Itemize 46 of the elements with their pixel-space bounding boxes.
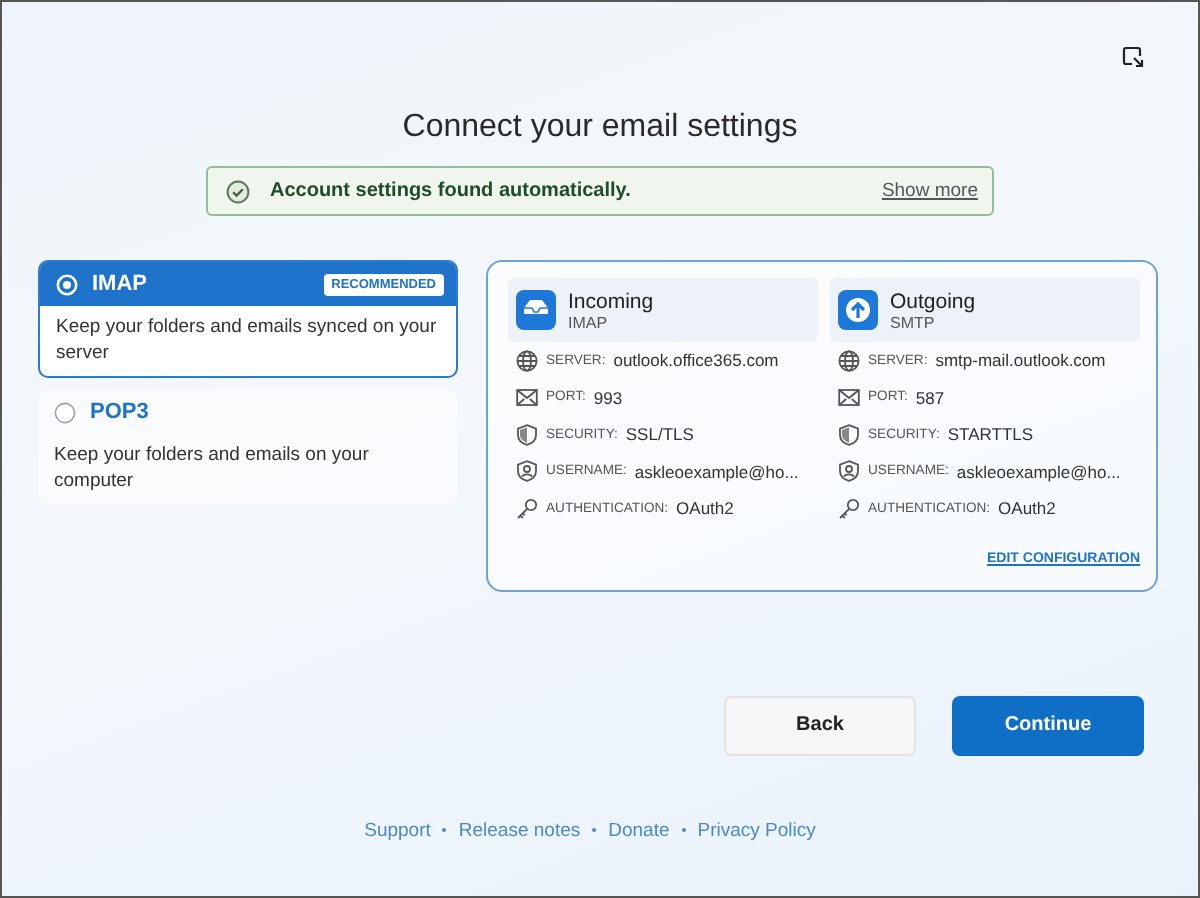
banner-message: Account settings found automatically.	[270, 180, 633, 202]
field-value: STARTTLS	[947, 424, 1034, 445]
protocol-description: Keep your folders and emails synced on your server	[54, 314, 439, 366]
envelope-icon	[516, 386, 538, 409]
user-shield-icon	[516, 460, 538, 483]
separator-dot	[681, 828, 686, 832]
globe-icon	[838, 349, 860, 372]
inbox-tray-icon	[516, 290, 556, 330]
back-button[interactable]: Back	[724, 695, 916, 755]
footer-link[interactable]: Privacy Policy	[697, 819, 816, 841]
field-value: OAuth2	[998, 498, 1056, 519]
globe-icon	[516, 349, 538, 372]
protocol-option[interactable]: POP3 Keep your folders and emails on your computer	[38, 390, 458, 504]
footer-link[interactable]: Donate	[608, 819, 670, 841]
key-icon	[516, 497, 538, 520]
protocol-description: Keep your folders and emails on your computer	[52, 442, 371, 494]
field-value: askleoexample@ho...	[634, 461, 799, 482]
page-title: Connect your email settings	[400, 110, 800, 146]
footer-link[interactable]: Release notes	[458, 819, 581, 841]
separator-dot	[442, 828, 447, 832]
envelope-icon	[838, 386, 860, 409]
user-shield-icon	[838, 460, 860, 483]
radio-icon[interactable]	[54, 401, 76, 423]
resize-icon[interactable]	[1122, 46, 1144, 68]
field-value: SSL/TLS	[625, 424, 694, 445]
show-more-link[interactable]: Show more	[881, 180, 978, 202]
field-value: OAuth2	[676, 498, 734, 519]
field-value: outlook.office365.com	[613, 350, 779, 371]
separator-dot	[592, 828, 597, 832]
protocol-name: POP3	[90, 400, 151, 424]
server-protocol: SMTP	[890, 313, 937, 331]
shield-icon	[516, 423, 538, 446]
field-value: 587	[915, 387, 945, 408]
check-circle-icon	[226, 179, 250, 203]
server-title: Outgoing	[890, 289, 976, 313]
field-value: askleoexample@ho...	[956, 461, 1121, 482]
field-value: smtp-mail.outlook.com	[935, 350, 1106, 371]
key-icon	[838, 497, 860, 520]
continue-button[interactable]: Continue	[952, 695, 1144, 755]
radio-selected-icon[interactable]	[56, 273, 78, 295]
footer-link[interactable]: Support	[364, 819, 431, 841]
shield-icon	[838, 423, 860, 446]
server-protocol: IMAP	[568, 313, 610, 331]
server-title: Incoming	[568, 289, 654, 313]
field-value: 993	[593, 387, 623, 408]
protocol-name: IMAP	[92, 272, 149, 296]
